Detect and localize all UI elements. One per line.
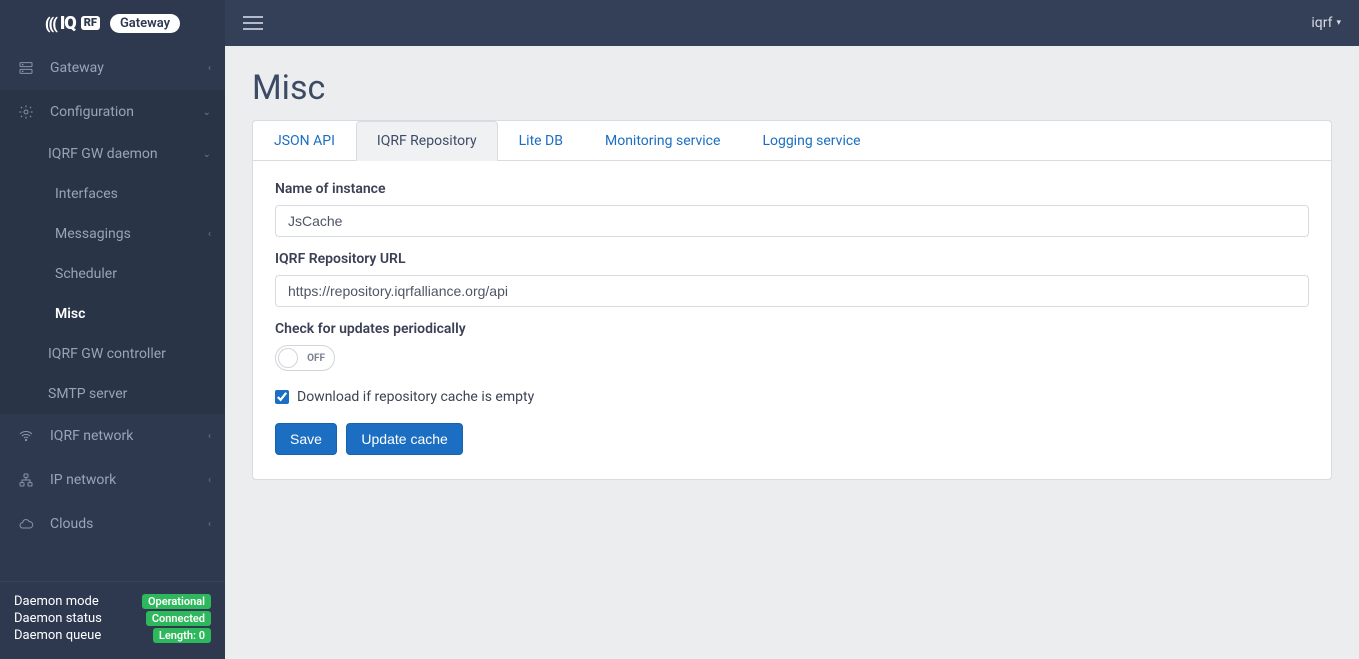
- caret-down-icon: ▾: [1336, 18, 1341, 28]
- chevron-left-icon: ‹: [208, 431, 211, 442]
- instance-name-input[interactable]: [275, 205, 1309, 237]
- repo-url-input[interactable]: [275, 275, 1309, 307]
- brand-wave-icon: (((: [45, 14, 56, 33]
- toggle-state-text: OFF: [307, 353, 325, 364]
- sidebar-item-label: Messagings: [55, 226, 209, 242]
- periodic-check-toggle[interactable]: OFF: [275, 345, 335, 371]
- brand-product: Gateway: [110, 14, 180, 33]
- hamburger-menu-button[interactable]: [243, 16, 263, 30]
- chevron-left-icon: ‹: [208, 475, 211, 486]
- sidebar-item-label: Scheduler: [55, 266, 209, 282]
- sidebar-item-label: IQRF GW daemon: [48, 146, 209, 162]
- page-title: Misc: [252, 68, 1332, 108]
- download-empty-checkbox[interactable]: [275, 390, 289, 404]
- footer-row-daemon-mode: Daemon mode Operational: [14, 594, 211, 609]
- sidebar: ((( IQ RF Gateway Gateway ‹ Configuratio…: [0, 0, 225, 659]
- sidebar-item-label: Interfaces: [55, 186, 209, 202]
- sidebar-item-configuration[interactable]: Configuration ⌄: [0, 90, 225, 134]
- footer-row-daemon-queue: Daemon queue Length: 0: [14, 628, 211, 643]
- sidebar-item-label: Misc: [55, 306, 209, 322]
- cloud-icon: [16, 514, 36, 534]
- sidebar-item-ip-network[interactable]: IP network ‹: [0, 458, 225, 502]
- brand-rf-text: RF: [81, 16, 100, 30]
- sidebar-item-iqrf-gw-controller[interactable]: IQRF GW controller: [0, 334, 225, 374]
- content: Misc JSON API IQRF Repository Lite DB Mo…: [225, 46, 1359, 502]
- brand[interactable]: ((( IQ RF Gateway: [0, 0, 225, 46]
- footer-label: Daemon queue: [14, 628, 101, 643]
- tab-iqrf-repository[interactable]: IQRF Repository: [356, 121, 498, 161]
- chevron-left-icon: ‹: [208, 63, 211, 74]
- card: JSON API IQRF Repository Lite DB Monitor…: [252, 120, 1332, 480]
- sidebar-item-label: IP network: [50, 472, 209, 488]
- toggle-knob: [278, 348, 298, 368]
- download-empty-row: Download if repository cache is empty: [275, 389, 1309, 405]
- topbar: iqrf ▾: [225, 0, 1359, 46]
- sidebar-item-scheduler[interactable]: Scheduler: [0, 254, 225, 294]
- sidebar-item-label: IQRF network: [50, 428, 209, 444]
- network-icon: [16, 470, 36, 490]
- repo-url-label: IQRF Repository URL: [275, 251, 1309, 267]
- form-group-repo-url: IQRF Repository URL: [275, 251, 1309, 307]
- user-name: iqrf: [1311, 15, 1332, 31]
- form-group-periodic-check: Check for updates periodically OFF: [275, 321, 1309, 371]
- brand-iq-text: IQ: [60, 13, 76, 34]
- sidebar-nav: Gateway ‹ Configuration ⌄ IQRF GW daemon…: [0, 46, 225, 581]
- tab-json-api[interactable]: JSON API: [253, 121, 356, 161]
- sidebar-item-iqrf-network[interactable]: IQRF network ‹: [0, 414, 225, 458]
- sidebar-item-label: Gateway: [50, 60, 209, 76]
- card-body: Name of instance IQRF Repository URL Che…: [253, 161, 1331, 479]
- tab-logging-service[interactable]: Logging service: [741, 121, 881, 161]
- sidebar-item-label: SMTP server: [48, 386, 209, 402]
- gear-icon: [16, 102, 36, 122]
- sidebar-item-label: Clouds: [50, 516, 209, 532]
- sidebar-item-interfaces[interactable]: Interfaces: [0, 174, 225, 214]
- button-row: Save Update cache: [275, 423, 1309, 455]
- chevron-left-icon: ‹: [208, 229, 211, 240]
- instance-name-label: Name of instance: [275, 181, 1309, 197]
- server-icon: [16, 58, 36, 78]
- sidebar-item-label: Configuration: [50, 104, 209, 120]
- user-menu[interactable]: iqrf ▾: [1311, 15, 1341, 31]
- sidebar-item-smtp-server[interactable]: SMTP server: [0, 374, 225, 414]
- status-badge: Operational: [142, 594, 211, 609]
- footer-label: Daemon status: [14, 611, 102, 626]
- sidebar-item-iqrf-gw-daemon[interactable]: IQRF GW daemon ⌄: [0, 134, 225, 174]
- download-empty-label: Download if repository cache is empty: [297, 389, 534, 405]
- sidebar-item-misc[interactable]: Misc: [0, 294, 225, 334]
- tabs: JSON API IQRF Repository Lite DB Monitor…: [253, 121, 1331, 161]
- sidebar-item-label: IQRF GW controller: [48, 346, 209, 362]
- sidebar-footer: Daemon mode Operational Daemon status Co…: [0, 581, 225, 659]
- chevron-down-icon: ⌄: [203, 107, 211, 118]
- wifi-icon: [16, 426, 36, 446]
- chevron-down-icon: ⌄: [203, 149, 211, 160]
- form-group-instance-name: Name of instance: [275, 181, 1309, 237]
- sidebar-item-clouds[interactable]: Clouds ‹: [0, 502, 225, 546]
- tab-monitoring-service[interactable]: Monitoring service: [584, 121, 741, 161]
- status-badge: Connected: [146, 611, 211, 626]
- footer-row-daemon-status: Daemon status Connected: [14, 611, 211, 626]
- sidebar-item-gateway[interactable]: Gateway ‹: [0, 46, 225, 90]
- sidebar-item-messagings[interactable]: Messagings ‹: [0, 214, 225, 254]
- status-badge: Length: 0: [153, 628, 211, 643]
- tab-lite-db[interactable]: Lite DB: [498, 121, 584, 161]
- save-button[interactable]: Save: [275, 423, 337, 455]
- footer-label: Daemon mode: [14, 594, 99, 609]
- update-cache-button[interactable]: Update cache: [346, 423, 462, 455]
- main: iqrf ▾ Misc JSON API IQRF Repository Lit…: [225, 0, 1359, 659]
- periodic-check-label: Check for updates periodically: [275, 321, 1309, 337]
- chevron-left-icon: ‹: [208, 519, 211, 530]
